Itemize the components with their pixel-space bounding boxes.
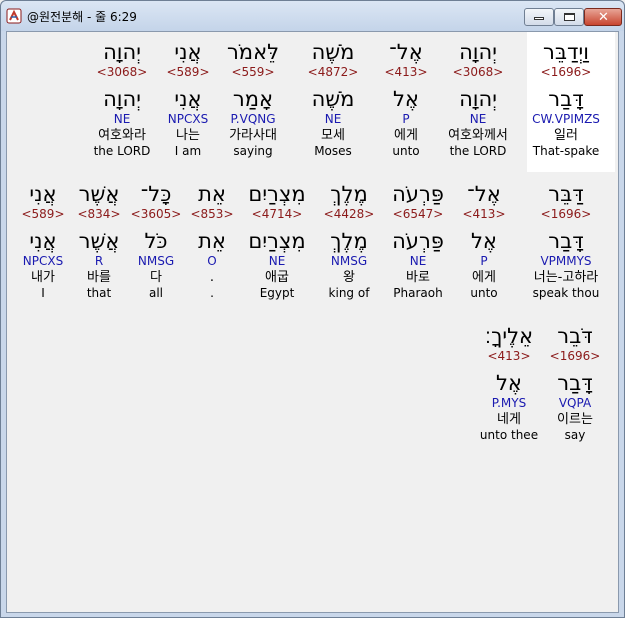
word-morphology: CW.VPIMZS — [532, 112, 600, 126]
minimize-button[interactable] — [524, 8, 554, 26]
word-morphology: VPMMYS — [540, 254, 592, 268]
word-cell[interactable]: אֵלֶיךָ׃ <413> אֶל P.MYS 네게 unto thee — [461, 324, 557, 442]
word-hebrew: אֲנִי — [29, 182, 57, 206]
word-hebrew: וַיְדַבֵּר — [543, 40, 589, 64]
word-english-gloss: unto thee — [479, 428, 539, 442]
word-hebrew: יְהוָה — [103, 40, 141, 64]
word-english-gloss: the LORD — [93, 144, 151, 158]
word-strong-number: <1696> — [540, 65, 592, 79]
word-strong-number: <589> — [21, 207, 65, 221]
word-hebrew: אֵלֶיךָ׃ — [484, 324, 534, 348]
app-window: @원전분해 - 줄 6:29 ✕ וַיְדַבֵּר <1696> דָּבַר C… — [0, 0, 625, 618]
word-hebrew: דַּבֵּר — [548, 182, 584, 206]
word-cell[interactable]: אֲנִי <589> אֲנִי NPCXS 내가 I — [0, 182, 91, 300]
word-strong-number: <1696> — [540, 207, 592, 221]
minimize-icon — [534, 17, 544, 20]
maximize-button[interactable] — [554, 8, 584, 26]
word-korean-gloss: 일러 — [554, 128, 578, 143]
word-korean-gloss: 여호와라 — [98, 128, 146, 143]
word-lemma: דָּבַר — [548, 229, 584, 253]
app-icon[interactable] — [6, 8, 22, 24]
interlinear-view[interactable]: וַיְדַבֵּר <1696> דָּבַר CW.VPIMZS 일러 That-sp… — [6, 31, 619, 613]
word-lemma: דָּבַר — [548, 87, 584, 111]
close-button[interactable]: ✕ — [584, 8, 622, 26]
word-morphology: P.MYS — [491, 396, 527, 410]
word-strong-number: <3068> — [96, 65, 148, 79]
close-icon: ✕ — [598, 10, 609, 25]
word-cell[interactable]: יְהוָה <3068> יְהוָה NE 여호와라 the LORD — [74, 40, 170, 158]
word-morphology: NPCXS — [22, 254, 64, 268]
title-bar[interactable]: @원전분해 - 줄 6:29 ✕ — [1, 1, 624, 31]
word-english-gloss: That-spake — [532, 144, 600, 158]
word-morphology: NE — [113, 112, 131, 126]
word-english-gloss: I — [41, 286, 45, 300]
word-strong-number: <413> — [487, 349, 531, 363]
window-title: @원전분해 - 줄 6:29 — [27, 10, 137, 24]
word-korean-gloss: 네게 — [497, 412, 521, 427]
word-cell[interactable]: דַּבֵּר <1696> דָּבַר VPMMYS 너는-고하라 speak tho… — [518, 182, 614, 300]
word-cell[interactable]: וַיְדַבֵּר <1696> דָּבַר CW.VPIMZS 일러 That-sp… — [518, 40, 614, 158]
word-lemma: יְהוָה — [103, 87, 141, 111]
word-lemma: אֲנִי — [29, 229, 57, 253]
word-korean-gloss: 너는-고하라 — [533, 270, 599, 285]
maximize-icon — [564, 13, 575, 21]
word-english-gloss: speak thou — [532, 286, 600, 300]
word-korean-gloss: 내가 — [31, 270, 55, 285]
word-lemma: אֶל — [496, 371, 522, 395]
